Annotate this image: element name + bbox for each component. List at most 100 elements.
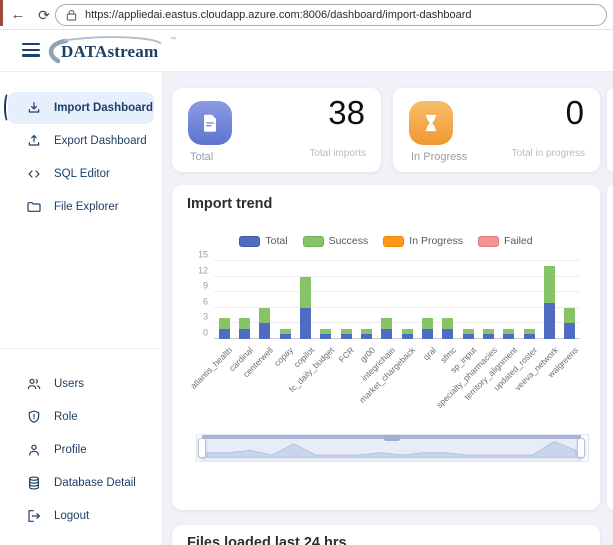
sidebar-item-users[interactable]: Users [8, 368, 154, 400]
bar-segment-total [442, 328, 454, 339]
sidebar-item-database-detail[interactable]: Database Detail [8, 467, 154, 499]
sidebar-item-role[interactable]: Role [8, 401, 154, 433]
browser-back-button[interactable]: ← [8, 5, 28, 25]
app-header: DATAstream ™ [0, 30, 613, 72]
legend-item-in-progress[interactable]: In Progress [383, 235, 463, 247]
bar-sp_input[interactable] [458, 261, 478, 339]
sidebar: Import Dashboard Export Dashboard SQL Edit… [0, 72, 163, 545]
sidebar-item-import-dashboard[interactable]: Import Dashboard [4, 92, 154, 124]
download-icon [26, 100, 42, 116]
bar-updated_roster[interactable] [519, 261, 539, 339]
bar-segment-success [564, 307, 576, 324]
bar-veeva_network[interactable] [539, 261, 559, 339]
bar-segment-total [523, 333, 535, 339]
y-tick-label: 0 [202, 327, 208, 338]
legend-label: Total [265, 235, 288, 247]
sidebar-item-sql-editor[interactable]: SQL Editor [8, 158, 154, 190]
data-zoom-slider[interactable] [196, 434, 589, 462]
bar-segment-total [421, 328, 433, 339]
main-content: 38 Total Total imports 0 In Progress Tot… [163, 72, 613, 545]
document-icon [188, 101, 232, 145]
chart-legend: Total Success In Progress Failed [172, 235, 600, 247]
legend-label: Failed [503, 235, 533, 247]
url-text[interactable]: https://appliedai.eastus.cloudapp.azure.… [85, 9, 471, 21]
sidebar-account-group: Users Role Profile Database Detail Logout [0, 368, 162, 533]
bar-atlantis_health[interactable] [214, 261, 234, 339]
bar-sfmc[interactable] [438, 261, 458, 339]
files-loaded-card: Files loaded last 24 hrs [172, 525, 600, 545]
hourglass-icon [409, 101, 453, 145]
address-bar[interactable]: https://appliedai.eastus.cloudapp.azure.… [55, 4, 607, 26]
x-axis-labels: atlantis_health cardinal centerwell copay co… [188, 341, 580, 423]
x-tick-label-FCR: FCR [336, 345, 357, 365]
import-trend-card: Import trend Total Success In Progress Fail… [172, 185, 600, 510]
bar-market_chargeback[interactable] [397, 261, 417, 339]
y-tick-label: 9 [202, 280, 208, 291]
sidebar-item-label: Role [54, 411, 78, 423]
bar-territory_alignment[interactable] [499, 261, 519, 339]
bar-segment-success [259, 307, 271, 324]
screen: ← ⟳ https://appliedai.eastus.cloudapp.az… [0, 0, 613, 545]
bar-segment-total [564, 323, 576, 339]
sidebar-item-file-explorer[interactable]: File Explorer [8, 191, 154, 223]
window-edge-accent [0, 0, 3, 26]
bar-segment-total [279, 333, 291, 339]
bar-segment-total [503, 333, 515, 339]
sidebar-item-profile[interactable]: Profile [8, 434, 154, 466]
bar-segment-total [299, 307, 311, 339]
bar-segment-total [238, 328, 250, 339]
bar-segment-total [340, 333, 352, 339]
bar-copilot[interactable] [295, 261, 315, 339]
total-imports-label: Total [190, 151, 214, 163]
total-imports-card: 38 Total Total imports [172, 88, 381, 172]
x-tick-label-atlantis_health: atlantis_health [188, 345, 235, 391]
in-progress-value: 0 [565, 94, 584, 131]
shield-icon [26, 409, 42, 425]
browser-toolbar: ← ⟳ https://appliedai.eastus.cloudapp.az… [0, 0, 613, 30]
sidebar-nav-group: Import Dashboard Export Dashboard SQL Edit… [0, 92, 162, 224]
users-icon [26, 376, 42, 392]
bar-segment-total [320, 333, 332, 339]
slider-grip-handle[interactable] [383, 435, 400, 441]
browser-reload-button[interactable]: ⟳ [34, 5, 54, 25]
bar-integrichain[interactable] [377, 261, 397, 339]
bar-FCR[interactable] [336, 261, 356, 339]
bar-segment-success [421, 318, 433, 329]
slider-right-handle[interactable] [577, 438, 585, 458]
legend-item-total[interactable]: Total [239, 235, 288, 247]
bar-gr00[interactable] [356, 261, 376, 339]
legend-label: In Progress [409, 235, 463, 247]
legend-swatch [477, 235, 499, 247]
bar-segment-success [218, 318, 230, 329]
legend-item-failed[interactable]: Failed [477, 235, 533, 247]
bar-copay[interactable] [275, 261, 295, 339]
total-imports-caption: Total imports [309, 148, 366, 159]
in-progress-caption: Total in progress [511, 148, 585, 159]
logo-trademark: ™ [170, 37, 176, 43]
x-tick-label-qral: qral [420, 345, 438, 363]
sidebar-item-label: File Explorer [54, 201, 119, 213]
logo-text: DATAstream [61, 42, 159, 61]
bar-specialty_pharmacies[interactable] [478, 261, 498, 339]
bar-qral[interactable] [417, 261, 437, 339]
sidebar-item-logout[interactable]: Logout [8, 500, 154, 532]
sidebar-divider [0, 348, 162, 349]
sidebar-item-export-dashboard[interactable]: Export Dashboard [8, 125, 154, 157]
bar-walgreens[interactable] [560, 261, 580, 339]
bar-segment-total [259, 323, 271, 339]
legend-item-success[interactable]: Success [302, 235, 368, 247]
menu-icon[interactable] [22, 43, 40, 58]
bar-segment-total [381, 328, 393, 339]
bar-fc_daily_budget[interactable] [316, 261, 336, 339]
slider-selection-band[interactable] [198, 435, 585, 461]
y-tick-label: 6 [202, 296, 208, 307]
legend-swatch [239, 235, 261, 247]
y-tick-label: 12 [197, 265, 208, 276]
files-loaded-title: Files loaded last 24 hrs [187, 535, 347, 545]
slider-left-handle[interactable] [198, 438, 206, 458]
sidebar-item-label: Database Detail [54, 477, 136, 489]
bar-centerwell[interactable] [255, 261, 275, 339]
plot-area: 0 3 6 9 12 15 [198, 250, 580, 339]
partial-card-right-bottom [607, 185, 613, 510]
bar-cardinal[interactable] [234, 261, 254, 339]
